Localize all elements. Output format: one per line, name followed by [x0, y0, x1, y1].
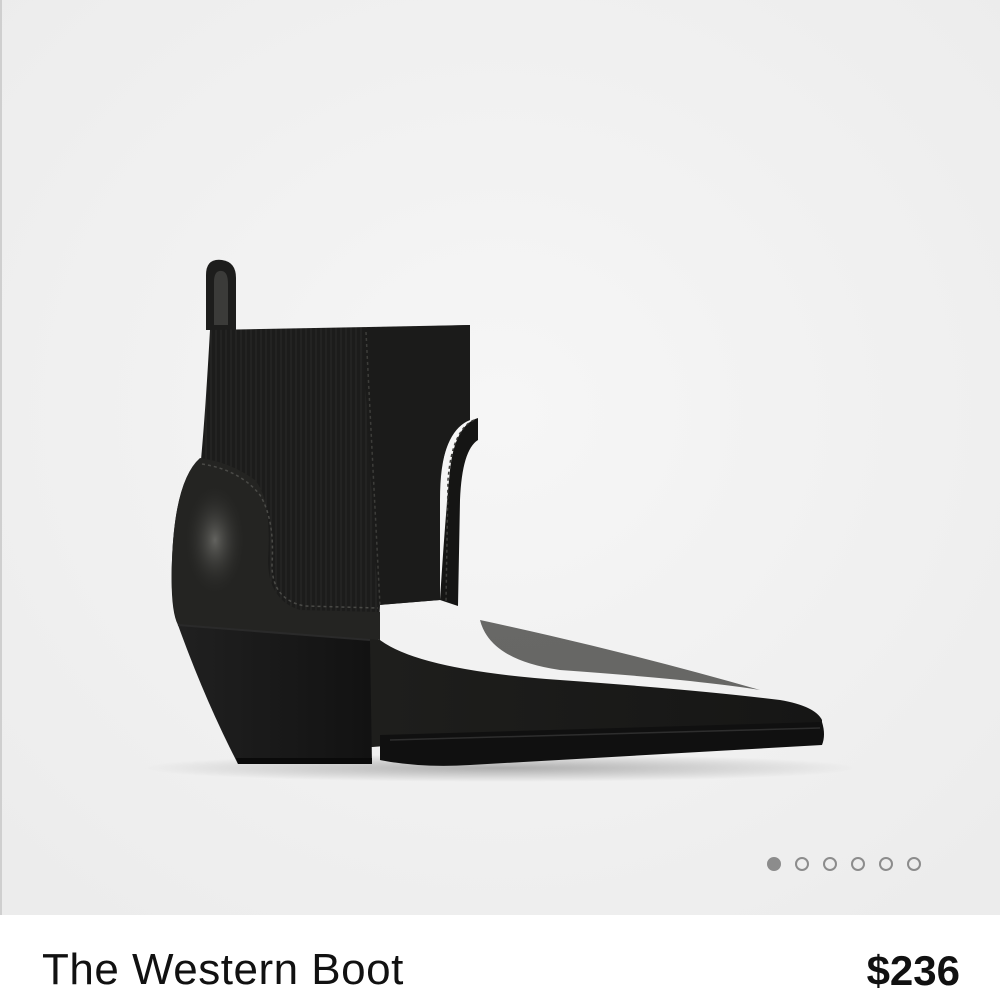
- product-name[interactable]: The Western Boot: [42, 948, 404, 992]
- carousel-dot-1[interactable]: [767, 857, 781, 871]
- product-card[interactable]: The Western Boot $236: [0, 0, 1000, 1000]
- carousel-dots: [767, 857, 921, 871]
- product-price: $236: [866, 947, 960, 994]
- carousel-dot-3[interactable]: [823, 857, 837, 871]
- product-image: [0, 0, 1000, 915]
- carousel-dot-4[interactable]: [851, 857, 865, 871]
- carousel-dot-5[interactable]: [879, 857, 893, 871]
- carousel-dot-2[interactable]: [795, 857, 809, 871]
- carousel-dot-6[interactable]: [907, 857, 921, 871]
- left-border: [0, 0, 2, 1000]
- product-image-area[interactable]: [0, 0, 1000, 915]
